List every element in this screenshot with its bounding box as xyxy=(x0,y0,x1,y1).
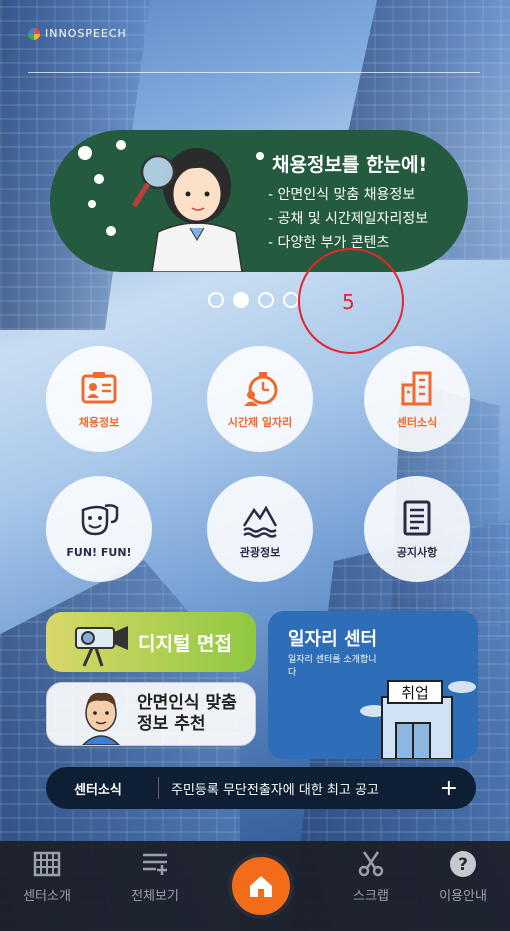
news-label: 센터소식 xyxy=(74,782,122,798)
promo-banner[interactable]: 채용정보를 한눈에! - 안면인식 맞춤 채용정보 - 공채 및 시간제일자리정… xyxy=(50,130,468,272)
face-recognition-line: 정보 추천 xyxy=(137,714,206,734)
carousel-dot[interactable] xyxy=(258,292,274,308)
job-center-card[interactable]: 일자리 센터 일자리 센터를 소개합니다 취업 xyxy=(268,611,478,759)
menu-part-time-button[interactable]: 시간제 일자리 xyxy=(207,346,313,452)
logo-mark-icon xyxy=(28,27,40,40)
face-recognition-label: 안면인식 맞춤 정보 추천 xyxy=(137,693,237,735)
digital-interview-card[interactable]: 디지털 면접 xyxy=(46,612,256,672)
scissors-icon xyxy=(358,851,384,877)
news-headline[interactable]: 주민등록 무단전출자에 대한 최고 공고 xyxy=(171,779,440,798)
decor-dot xyxy=(88,200,96,208)
job-center-title: 일자리 센터 xyxy=(288,629,378,650)
menu-fun-button[interactable]: FUN! FUN! xyxy=(46,476,152,582)
person-avatar-icon xyxy=(81,692,121,745)
menu-label: FUN! FUN! xyxy=(66,545,132,559)
carousel-indicators xyxy=(208,292,299,308)
recruiter-illustration xyxy=(131,148,243,272)
nav-label: 전체보기 xyxy=(131,889,179,904)
banner-line: - 공채 및 시간제일자리정보 xyxy=(268,211,429,227)
menu-label: 시간제 일자리 xyxy=(227,416,293,429)
news-ticker[interactable]: 센터소식 주민등록 무단전출자에 대한 최고 공고 + xyxy=(46,767,476,809)
document-icon xyxy=(403,500,431,536)
carousel-dot-active[interactable] xyxy=(233,292,249,308)
home-button[interactable] xyxy=(228,853,294,919)
menu-tourism-button[interactable]: 관광정보 xyxy=(207,476,313,582)
job-center-sign: 취업 xyxy=(401,684,429,702)
home-icon xyxy=(250,876,272,897)
menu-notice-button[interactable]: 공지사항 xyxy=(364,476,470,582)
menu-label: 채용정보 xyxy=(78,416,120,429)
face-recognition-card[interactable]: 안면인식 맞춤 정보 추천 xyxy=(46,682,256,746)
building-grid-icon xyxy=(33,851,61,877)
app-logo: INNOSPEECH xyxy=(28,27,127,40)
id-card-icon xyxy=(81,372,117,404)
nav-view-all[interactable]: 전체보기 xyxy=(110,849,200,904)
clock-person-icon xyxy=(244,372,278,406)
banner-title: 채용정보를 한눈에! xyxy=(272,154,428,176)
digital-interview-label: 디지털 면접 xyxy=(138,633,233,655)
video-camera-icon xyxy=(75,626,128,667)
header-divider xyxy=(28,72,480,73)
decor-dot xyxy=(94,174,104,184)
carousel-dot[interactable] xyxy=(208,292,224,308)
help-icon: ? xyxy=(450,851,476,877)
nav-help[interactable]: ? 이용안내 xyxy=(418,849,508,904)
news-more-button[interactable]: + xyxy=(440,776,458,801)
menu-center-news-button[interactable]: 센터소식 xyxy=(364,346,470,452)
nav-label: 센터소개 xyxy=(23,889,71,904)
menu-job-info-button[interactable]: 채용정보 xyxy=(46,346,152,452)
banner-line: - 안면인식 맞춤 채용정보 xyxy=(268,187,416,203)
face-recognition-line: 안면인식 맞춤 xyxy=(137,693,237,713)
list-add-icon xyxy=(143,853,167,875)
svg-text:?: ? xyxy=(458,855,468,875)
mountain-icon xyxy=(242,505,278,538)
nav-scrap[interactable]: 스크랩 xyxy=(326,849,416,904)
carousel-dot[interactable] xyxy=(283,292,299,308)
menu-label: 센터소식 xyxy=(396,416,438,429)
mask-icon xyxy=(81,503,119,535)
nav-center-intro[interactable]: 센터소개 xyxy=(2,849,92,904)
building-icon xyxy=(401,371,432,406)
nav-label: 이용안내 xyxy=(439,889,487,904)
decor-dot xyxy=(78,146,92,160)
menu-label: 관광정보 xyxy=(239,546,281,559)
news-divider xyxy=(158,777,159,799)
nav-label: 스크랩 xyxy=(353,889,389,904)
logo-text: INNOSPEECH xyxy=(45,27,127,40)
banner-line: - 다양한 부가 콘텐츠 xyxy=(268,235,390,251)
annotation-number: 5 xyxy=(342,290,355,314)
menu-label: 공지사항 xyxy=(396,546,438,559)
job-center-building-icon: 취업 xyxy=(360,680,476,759)
